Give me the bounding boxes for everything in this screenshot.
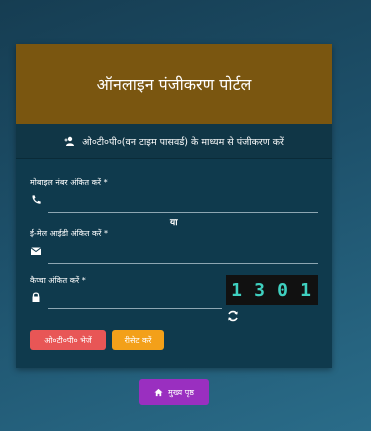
captcha-char: 0: [277, 279, 290, 301]
captcha-label: कैप्चा अंकित करें *: [30, 276, 86, 285]
home-button-label: मुख्य पृष्ठ: [168, 387, 194, 397]
email-label: ई-मेल आईडी अंकित करें *: [30, 229, 108, 238]
captcha-char: 1: [231, 279, 244, 301]
or-separator: या: [170, 218, 178, 228]
mobile-input[interactable]: [48, 194, 318, 212]
captcha-image: 1 3 0 1: [226, 275, 318, 305]
mobile-label: मोबाइल नंबर अंकित करें *: [30, 178, 108, 187]
captcha-input[interactable]: [48, 291, 222, 309]
home-page-button[interactable]: मुख्य पृष्ठ: [139, 379, 209, 405]
lock-icon: [32, 292, 40, 302]
captcha-char: 1: [300, 279, 313, 301]
card-header: ऑनलाइन पंजीकरण पोर्टल: [16, 44, 332, 124]
otp-subheader: ओ०टी०पी०(वन टाइम पासवर्ड) के माध्यम से प…: [16, 124, 332, 159]
registration-card: ऑनलाइन पंजीकरण पोर्टल ओ०टी०पी०(वन टाइम प…: [16, 44, 332, 368]
send-otp-button[interactable]: ओ०टी०पी० भेजें: [30, 330, 106, 350]
email-input-underline: [48, 263, 318, 264]
user-plus-icon: [64, 136, 75, 146]
phone-icon: [32, 195, 41, 204]
captcha-char: 3: [254, 279, 267, 301]
page-title: ऑनलाइन पंजीकरण पोर्टल: [96, 75, 252, 94]
email-input[interactable]: [48, 245, 318, 263]
reset-button[interactable]: रीसेट करें: [112, 330, 164, 350]
captcha-input-underline: [48, 308, 222, 309]
home-icon: [154, 388, 163, 396]
envelope-icon: [30, 247, 42, 255]
mobile-input-underline: [48, 212, 318, 213]
refresh-icon[interactable]: [226, 309, 240, 323]
subheader-text: ओ०टी०पी०(वन टाइम पासवर्ड) के माध्यम से प…: [82, 136, 284, 148]
